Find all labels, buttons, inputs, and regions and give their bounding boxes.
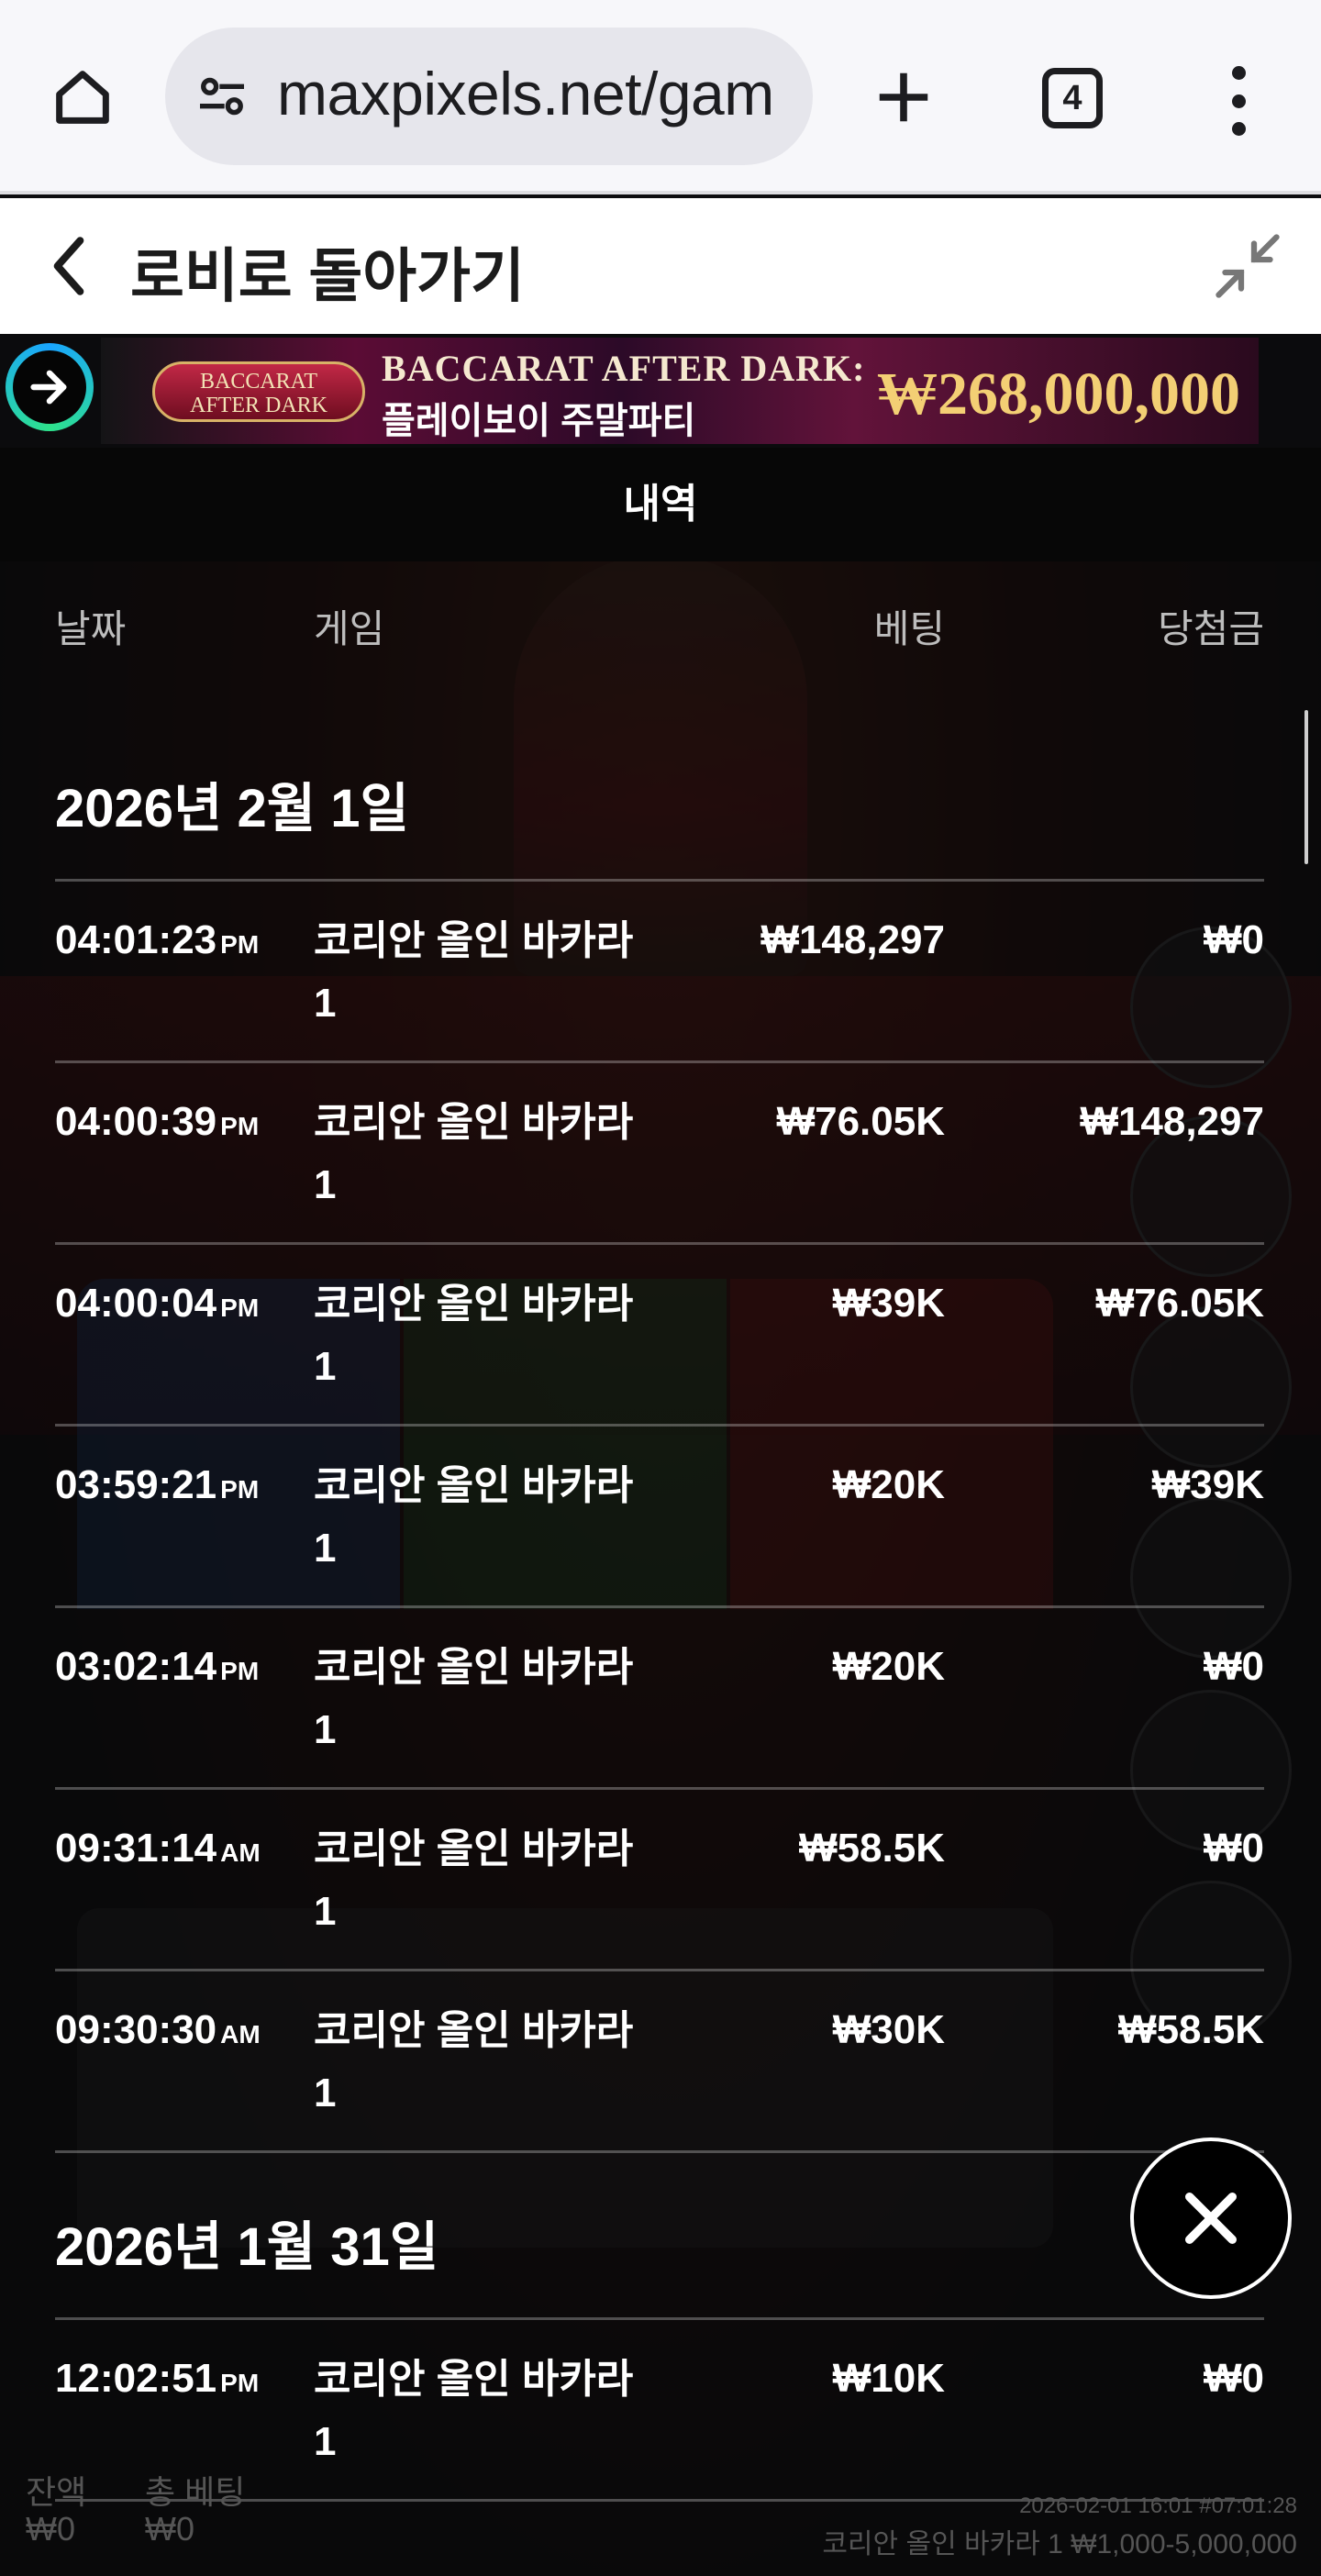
game-footer: 잔액 ₩0 총 베팅 ₩0 2026-02-01 16:01 #07:01:28… <box>0 2466 1321 2576</box>
row-win: ₩39K <box>1151 1462 1264 1507</box>
row-divider <box>55 1605 1264 1608</box>
row-divider <box>55 1424 1264 1427</box>
row-game: 코리안 올인 바카라 1 <box>314 2357 634 2464</box>
row-time: 09:31:14 AM <box>55 1826 261 1871</box>
row-win: ₩148,297 <box>1080 1099 1264 1144</box>
date-heading: 2026년 2월 1일 <box>55 779 409 838</box>
row-time: 04:00:04 PM <box>55 1281 259 1327</box>
row-divider <box>55 1242 1264 1245</box>
row-bet: ₩76.05K <box>776 1099 945 1144</box>
row-time-ampm: PM <box>220 2369 260 2397</box>
browser-toolbar: maxpixels.net/gam 4 <box>0 0 1321 194</box>
promo-logo: BACCARAT AFTER DARK <box>152 361 365 422</box>
row-time: 03:59:21 PM <box>55 1462 259 1508</box>
arrow-right-icon[interactable] <box>6 343 94 431</box>
row-game: 코리안 올인 바카라 1 <box>314 1463 634 1571</box>
row-bet: ₩10K <box>832 2356 945 2401</box>
row-win: ₩58.5K <box>1118 2007 1264 2052</box>
row-time-value: 03:59:21 <box>55 1462 217 1507</box>
row-time: 03:02:14 PM <box>55 1644 259 1690</box>
row-divider <box>55 1787 1264 1790</box>
row-game: 코리안 올인 바카라 1 <box>314 2008 634 2115</box>
promo-title: BACCARAT AFTER DARK: <box>382 348 866 389</box>
promo-artwork: BACCARAT AFTER DARK BACCARAT AFTER DARK:… <box>101 338 1259 444</box>
row-time-ampm: PM <box>220 1475 260 1504</box>
row-win: ₩0 <box>1204 1644 1264 1689</box>
more-vert-icon[interactable] <box>1213 59 1264 143</box>
row-game: 코리안 올인 바카라 1 <box>314 1827 634 1934</box>
close-icon[interactable] <box>1130 2137 1292 2299</box>
row-bet: ₩30K <box>832 2007 945 2052</box>
row-time-value: 04:00:39 <box>55 1099 217 1144</box>
row-time-value: 12:02:51 <box>55 2356 217 2401</box>
row-time-value: 09:30:30 <box>55 2007 217 2052</box>
history-title: 내역 <box>0 448 1321 561</box>
row-time: 04:00:39 PM <box>55 1099 259 1145</box>
row-game: 코리안 올인 바카라 1 <box>314 1100 634 1207</box>
row-time-ampm: AM <box>220 2020 261 2049</box>
plus-icon[interactable] <box>862 53 945 141</box>
row-game: 코리안 올인 바카라 1 <box>314 918 634 1026</box>
column-header-win: 당첨금 <box>1158 607 1264 650</box>
home-icon[interactable] <box>40 55 125 139</box>
row-time-value: 04:01:23 <box>55 917 217 962</box>
row-win: ₩0 <box>1204 917 1264 962</box>
chevron-left-icon[interactable] <box>46 229 101 303</box>
row-bet: ₩148,297 <box>760 917 945 962</box>
address-bar[interactable]: maxpixels.net/gam <box>165 28 813 165</box>
row-game: 코리안 올인 바카라 1 <box>314 1645 634 1752</box>
column-header-bet: 베팅 <box>873 607 945 650</box>
row-time-value: 03:02:14 <box>55 1644 217 1689</box>
tabs-icon[interactable]: 4 <box>1042 68 1103 128</box>
row-time-ampm: AM <box>220 1838 261 1867</box>
game-header: 로비로 돌아가기 <box>0 198 1321 334</box>
promo-subtitle: 플레이보이 주말파티 <box>382 401 696 441</box>
tab-count: 4 <box>1062 78 1082 117</box>
row-time-value: 04:00:04 <box>55 1281 217 1326</box>
row-divider <box>55 879 1264 882</box>
row-time-ampm: PM <box>220 1294 260 1322</box>
total-bet-label: 총 베팅 <box>145 2473 246 2511</box>
row-time-ampm: PM <box>220 1112 260 1140</box>
column-header-date: 날짜 <box>55 607 127 650</box>
row-win: ₩76.05K <box>1095 1281 1264 1326</box>
row-bet: ₩39K <box>832 1281 945 1326</box>
row-time: 04:01:23 PM <box>55 917 259 963</box>
table-limits: 코리안 올인 바카라 1 ₩1,000-5,000,000 <box>822 2529 1297 2559</box>
row-time: 12:02:51 PM <box>55 2356 259 2402</box>
column-header-game: 게임 <box>314 607 385 650</box>
row-divider <box>55 2317 1264 2320</box>
row-divider <box>55 1060 1264 1063</box>
row-game: 코리안 올인 바카라 1 <box>314 1282 634 1389</box>
promo-banner[interactable]: BACCARAT AFTER DARK BACCARAT AFTER DARK:… <box>0 334 1321 448</box>
row-divider <box>55 1969 1264 1971</box>
round-timestamp: 2026-02-01 16:01 #07:01:28 <box>1019 2493 1297 2518</box>
balance-value: ₩0 <box>26 2510 75 2548</box>
promo-jackpot-amount: ₩268,000,000 <box>877 361 1240 427</box>
date-heading: 2026년 1월 31일 <box>55 2217 439 2277</box>
row-bet: ₩20K <box>832 1462 945 1507</box>
site-settings-icon[interactable] <box>193 67 251 126</box>
row-time-ampm: PM <box>220 930 260 959</box>
row-time-value: 09:31:14 <box>55 1826 217 1871</box>
balance-label: 잔액 <box>26 2473 87 2511</box>
total-bet-value: ₩0 <box>145 2510 194 2548</box>
url-text[interactable]: maxpixels.net/gam <box>277 59 774 128</box>
row-win: ₩0 <box>1204 2356 1264 2401</box>
row-time-ampm: PM <box>220 1657 260 1685</box>
row-bet: ₩20K <box>832 1644 945 1689</box>
row-bet: ₩58.5K <box>799 1826 945 1871</box>
row-divider <box>55 2150 1264 2153</box>
row-time: 09:30:30 AM <box>55 2007 261 2053</box>
minimize-icon[interactable] <box>1209 228 1286 305</box>
scrollbar[interactable] <box>1304 710 1308 864</box>
back-to-lobby-link[interactable]: 로비로 돌아가기 <box>130 229 525 314</box>
row-win: ₩0 <box>1204 1826 1264 1871</box>
